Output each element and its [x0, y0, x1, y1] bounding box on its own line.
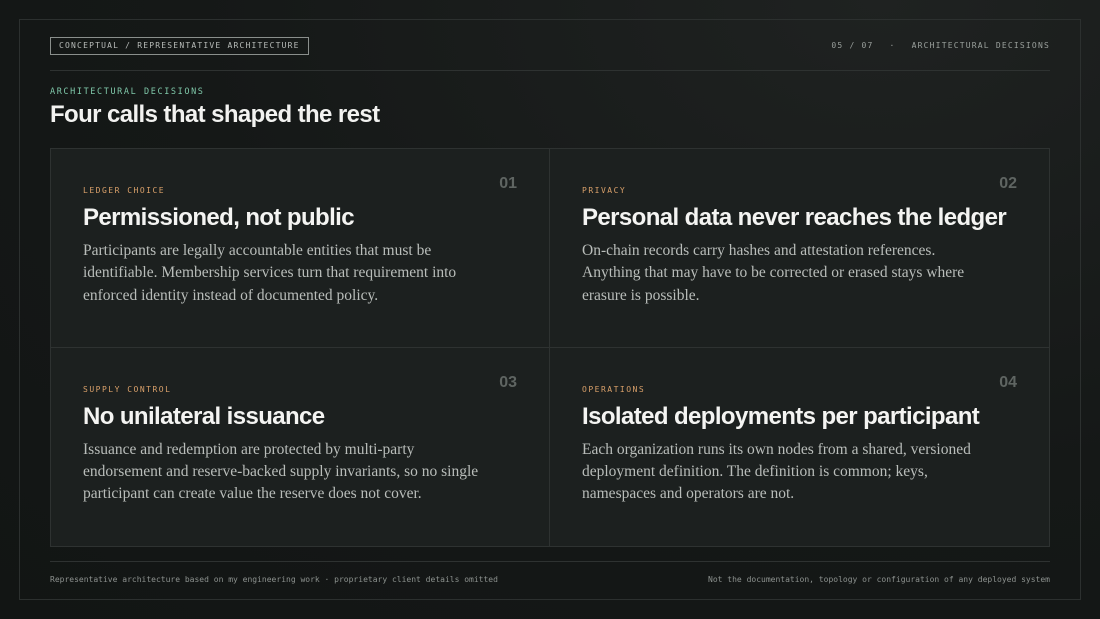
card-body: Participants are legally accountable ent…	[83, 242, 457, 304]
header-separator: ·	[889, 41, 896, 50]
decisions-grid: 01 LEDGER CHOICE Permissioned, not publi…	[50, 148, 1050, 547]
decision-card-3: 03 SUPPLY CONTROL No unilateral issuance…	[51, 347, 550, 546]
header-tag: CONCEPTUAL / REPRESENTATIVE ARCHITECTURE	[50, 37, 309, 55]
card-number: 02	[999, 175, 1017, 192]
card-title: Personal data never reaches the ledger	[582, 204, 1007, 231]
page-title: Four calls that shaped the rest	[50, 101, 380, 128]
decision-card-2: 02 PRIVACY Personal data never reaches t…	[550, 149, 1049, 348]
bottom-divider	[50, 561, 1050, 562]
card-body: Issuance and redemption are protected by…	[83, 440, 479, 503]
card-number: 04	[999, 373, 1017, 391]
card-label: OPERATIONS	[582, 384, 646, 394]
card-label: PRIVACY	[582, 186, 627, 195]
card-number: 03	[499, 373, 517, 391]
top-divider	[50, 70, 1050, 71]
section-kicker: ARCHITECTURAL DECISIONS	[50, 87, 205, 97]
section-name: ARCHITECTURAL DECISIONS	[911, 41, 1050, 50]
card-label: LEDGER CHOICE	[83, 186, 166, 195]
decision-card-1: 01 LEDGER CHOICE Permissioned, not publi…	[51, 149, 550, 348]
card-body: Each organization runs its own nodes fro…	[582, 440, 971, 503]
card-title: No unilateral issuance	[83, 402, 325, 430]
decision-card-4: 04 OPERATIONS Isolated deployments per p…	[550, 347, 1049, 546]
card-label: SUPPLY CONTROL	[83, 384, 172, 394]
footer-disclaimer-left: Representative architecture based on my …	[50, 575, 498, 584]
header-page-info: 05 / 07 · ARCHITECTURAL DECISIONS	[831, 41, 1050, 50]
card-title: Permissioned, not public	[83, 204, 355, 231]
card-title: Isolated deployments per participant	[582, 402, 980, 430]
page-indicator: 05 / 07	[831, 41, 874, 50]
card-number: 01	[499, 175, 517, 192]
card-body: On-chain records carry hashes and attest…	[582, 242, 965, 304]
footer-disclaimer-right: Not the documentation, topology or confi…	[708, 575, 1050, 584]
